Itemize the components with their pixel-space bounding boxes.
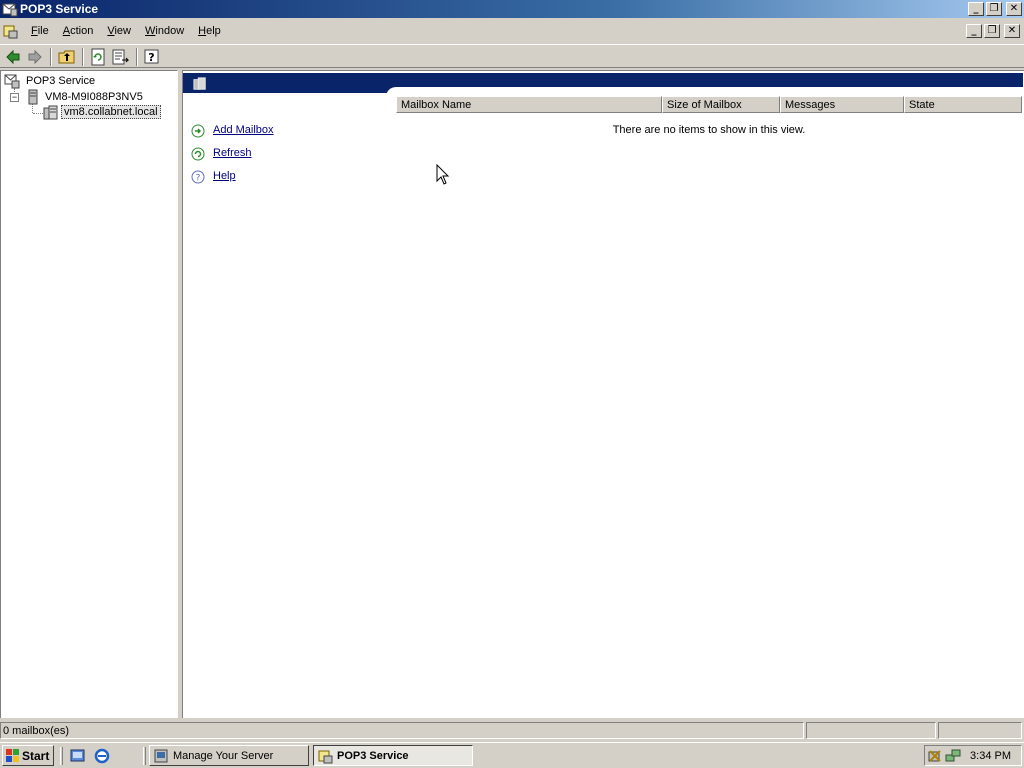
tree-node-domain[interactable]: vm8.collabnet.local xyxy=(43,105,177,121)
close-button[interactable]: ✕ xyxy=(1006,2,1022,16)
help-link[interactable]: Help xyxy=(213,170,236,182)
network-connection-tray-icon[interactable] xyxy=(945,748,961,764)
up-folder-icon[interactable] xyxy=(58,48,76,66)
child-close-button[interactable]: ✕ xyxy=(1004,24,1020,38)
menu-bar: File Action View Window Help _ ❐ ✕ xyxy=(0,22,1024,42)
restore-button[interactable]: ❐ xyxy=(986,2,1002,16)
column-state[interactable]: State xyxy=(904,96,1022,113)
taskbar-button-pop3-service[interactable]: POP3 Service xyxy=(313,745,473,766)
menu-action-accel: A xyxy=(62,25,71,37)
show-desktop-icon[interactable] xyxy=(69,747,87,765)
menu-file[interactable]: File xyxy=(24,25,56,37)
menu-help[interactable]: Help xyxy=(191,25,228,37)
status-bar: 0 mailbox(es) xyxy=(0,721,1024,740)
network-tools-tray-icon[interactable] xyxy=(927,748,943,764)
console-tree[interactable]: POP3 Service − VM8-M9I088P3NV5 vm8.colla… xyxy=(0,70,178,718)
details-pane: Mailbox Name Size of Mailbox Messages St… xyxy=(182,70,1024,718)
toolbar: ? xyxy=(0,44,1024,68)
tree-label-root: POP3 Service xyxy=(26,75,96,87)
empty-list-message: There are no items to show in this view. xyxy=(612,124,806,136)
menu-action-label: ction xyxy=(70,25,94,37)
taskbar-button-label: Manage Your Server xyxy=(173,750,274,762)
status-panel-3 xyxy=(938,722,1022,739)
status-text: 0 mailbox(es) xyxy=(0,722,804,739)
clock: 3:34 PM xyxy=(970,750,1011,762)
taskbar-button-label: POP3 Service xyxy=(337,750,409,762)
menu-window[interactable]: Window xyxy=(138,25,191,37)
title-bar[interactable]: POP3 Service _ ❐ ✕ xyxy=(0,0,1024,18)
svg-text:?: ? xyxy=(196,174,201,184)
child-minimize-button[interactable]: _ xyxy=(966,24,982,38)
mouse-pointer-icon xyxy=(436,164,450,185)
tree-node-pop3-service[interactable]: POP3 Service xyxy=(4,73,174,89)
column-mailbox-name[interactable]: Mailbox Name xyxy=(396,96,662,113)
svg-text:?: ? xyxy=(148,51,154,64)
system-tray: 3:34 PM xyxy=(924,745,1022,766)
status-panel-2 xyxy=(806,722,936,739)
tree-node-server[interactable]: VM8-M9I088P3NV5 xyxy=(25,89,175,105)
menu-window-accel: W xyxy=(145,25,156,37)
pop3-service-icon xyxy=(4,74,20,89)
window-title: POP3 Service xyxy=(20,2,99,16)
tree-label-server: VM8-M9I088P3NV5 xyxy=(45,91,143,103)
column-messages[interactable]: Messages xyxy=(780,96,904,113)
pop3-app-icon xyxy=(2,3,18,17)
list-header: Mailbox Name Size of Mailbox Messages St… xyxy=(396,96,1022,113)
windows-logo-icon xyxy=(6,749,19,762)
help-icon[interactable]: ? xyxy=(143,48,161,66)
taskbar-button-manage-your-server[interactable]: Manage Your Server xyxy=(149,745,309,766)
mmc-document-icon[interactable] xyxy=(2,23,18,39)
domain-icon xyxy=(43,105,58,120)
start-label: Start xyxy=(22,749,50,763)
forward-arrow-icon[interactable] xyxy=(26,48,44,66)
add-mailbox-icon xyxy=(191,124,205,138)
refresh-icon[interactable] xyxy=(89,48,107,66)
menu-help-accel: H xyxy=(198,25,207,37)
export-list-icon[interactable] xyxy=(111,48,129,66)
internet-explorer-icon[interactable] xyxy=(93,747,111,765)
domain-icon xyxy=(193,77,206,90)
manage-server-icon xyxy=(154,749,168,763)
start-button[interactable]: Start xyxy=(2,745,54,766)
menu-view-label: iew xyxy=(114,25,131,37)
back-arrow-icon[interactable] xyxy=(4,48,22,66)
tree-label-domain: vm8.collabnet.local xyxy=(61,105,161,119)
pop3-app-icon xyxy=(318,750,333,764)
server-icon xyxy=(28,89,38,105)
column-size-of-mailbox[interactable]: Size of Mailbox xyxy=(662,96,780,113)
menu-file-accel: F xyxy=(31,25,38,37)
taskbar: Start Manage Your Server POP3 Service 3:3… xyxy=(0,742,1024,768)
tree-expander-server[interactable]: − xyxy=(10,93,19,102)
menu-action[interactable]: Action xyxy=(56,25,101,37)
refresh-link[interactable]: Refresh xyxy=(213,147,252,159)
refresh-icon xyxy=(191,147,205,161)
add-mailbox-link[interactable]: Add Mailbox xyxy=(213,124,274,136)
menu-help-label: elp xyxy=(206,25,221,37)
menu-view[interactable]: View xyxy=(100,25,138,37)
minimize-button[interactable]: _ xyxy=(968,2,984,16)
help-icon: ? xyxy=(191,170,205,184)
child-restore-button[interactable]: ❐ xyxy=(984,24,1000,38)
taskpad-banner xyxy=(183,73,1024,97)
menu-file-label: ile xyxy=(37,25,49,37)
menu-window-label: indow xyxy=(155,25,185,37)
